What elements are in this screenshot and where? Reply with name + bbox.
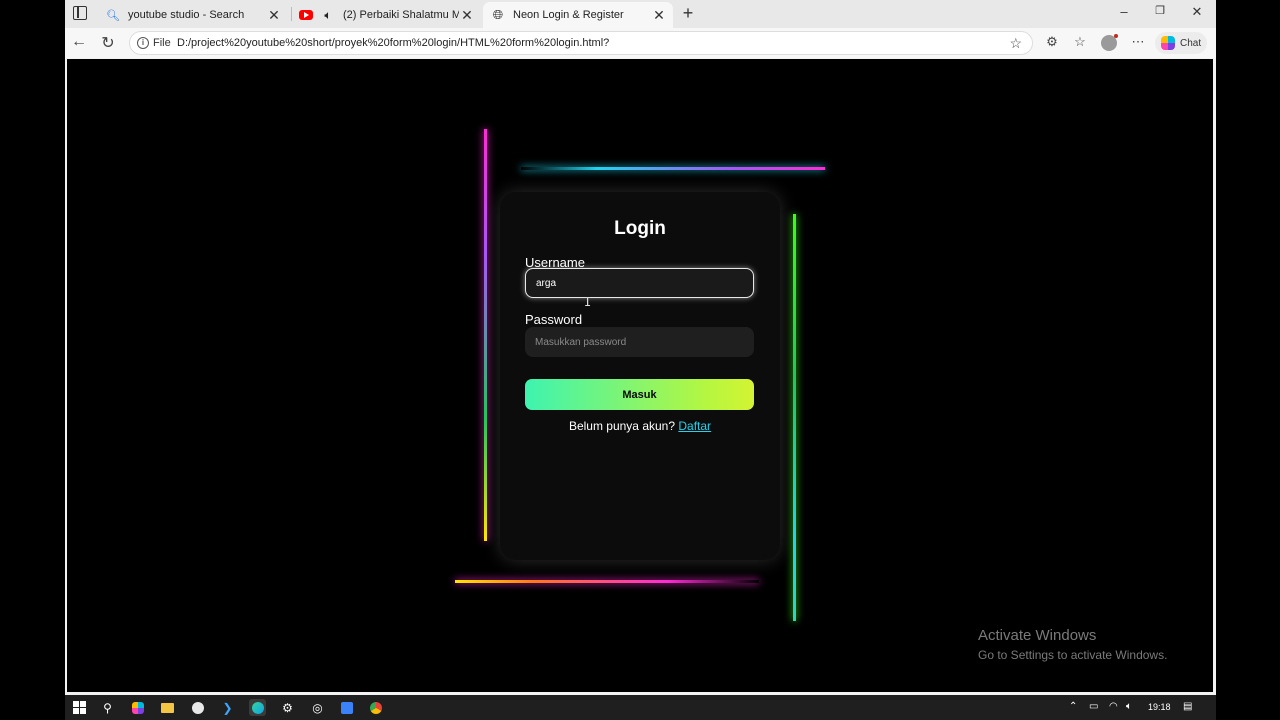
taskbar: ⚲ ❯ ⚙︎ ◎ ⌃ ▭ ◠ 🔈︎ 19:18 ▤ [65, 695, 1216, 720]
text-cursor-icon: I [584, 295, 592, 309]
wifi-icon[interactable]: ◠ [1109, 701, 1118, 712]
github-desktop-icon[interactable]: ◎ [309, 699, 326, 716]
taskbar-clock[interactable]: 19:18 [1148, 702, 1171, 712]
favorites-icon[interactable]: ☆ [1071, 34, 1089, 50]
file-explorer-icon[interactable] [159, 699, 176, 716]
speaker-icon[interactable]: 🔈︎ [321, 8, 335, 22]
username-input[interactable] [525, 268, 754, 298]
register-link[interactable]: Daftar [678, 419, 711, 433]
copilot-icon [1161, 36, 1175, 50]
register-prompt-text: Belum punya akun? [568, 419, 676, 433]
address-scheme-label: File [153, 37, 171, 49]
tab-youtube-video[interactable]: 🔈︎ (2) Perbaiki Shalatmu Maka A ✕ [291, 2, 481, 28]
page-viewport: Login Username I Password Masuk Belum pu… [67, 59, 1213, 692]
close-icon[interactable]: ✕ [459, 7, 475, 24]
password-input[interactable] [525, 327, 754, 357]
neon-line-bottom [455, 580, 759, 583]
address-bar[interactable]: i File D:/project%20youtube%20short/proy… [129, 31, 1033, 55]
copilot-chat-button[interactable]: Chat [1155, 32, 1208, 54]
activate-windows-title: Activate Windows [978, 627, 1097, 644]
tab-label: (2) Perbaiki Shalatmu Maka A [343, 9, 459, 21]
tray-overflow-icon[interactable]: ⌃ [1069, 701, 1077, 712]
back-button[interactable]: ← [69, 33, 89, 51]
chat-label: Chat [1180, 37, 1202, 49]
search-icon[interactable]: ⚲ [99, 699, 116, 716]
notification-badge [1114, 34, 1118, 38]
close-icon[interactable]: ✕ [651, 7, 667, 24]
close-icon[interactable]: ✕ [266, 7, 282, 24]
app-circle-icon[interactable] [189, 699, 206, 716]
favorite-star-icon[interactable]: ☆ [1009, 35, 1022, 52]
tab-label: Neon Login & Register [513, 9, 624, 21]
activate-windows-subtitle: Go to Settings to activate Windows. [978, 648, 1168, 662]
notifications-icon[interactable]: ▤ [1183, 701, 1192, 712]
login-submit-button[interactable]: Masuk [525, 379, 754, 410]
neon-line-top [521, 167, 825, 170]
chrome-icon[interactable] [367, 699, 384, 716]
tab-youtube-studio-search[interactable]: 🔍︎ youtube studio - Search ✕ [98, 2, 288, 28]
screen-border-left [0, 0, 65, 720]
youtube-icon [299, 8, 313, 22]
screen-border-right [1216, 0, 1280, 720]
windows-start-icon[interactable] [73, 701, 86, 714]
login-title: Login [614, 218, 666, 239]
password-label: Password [525, 312, 583, 327]
tab-actions-icon[interactable] [73, 6, 87, 20]
app-square-icon[interactable] [338, 699, 355, 716]
neon-line-right [793, 214, 796, 621]
device-icon[interactable]: ▭ [1089, 701, 1098, 712]
edge-icon[interactable] [249, 699, 266, 716]
tab-label: youtube studio - Search [128, 9, 245, 21]
copilot-app-icon[interactable] [129, 699, 146, 716]
restore-button[interactable]: ❐ [1150, 4, 1170, 17]
extensions-icon[interactable]: ⚙︎ [1043, 34, 1061, 50]
tab-neon-login[interactable]: 🌐︎ Neon Login & Register ✕ [483, 2, 673, 28]
close-window-button[interactable]: ✕ [1187, 4, 1207, 20]
refresh-button[interactable]: ↻ [98, 33, 118, 53]
more-options-icon[interactable]: ⋯ [1129, 34, 1147, 50]
info-icon[interactable]: i [137, 37, 149, 49]
globe-icon: 🌐︎ [492, 7, 504, 22]
login-card: Login Username I Password Masuk Belum pu… [500, 192, 780, 560]
settings-icon[interactable]: ⚙︎ [279, 699, 296, 716]
vscode-icon[interactable]: ❯ [219, 699, 236, 716]
volume-icon[interactable]: 🔈︎ [1126, 701, 1132, 712]
browser-window: 🔍︎ youtube studio - Search ✕ 🔈︎ (2) Perb… [65, 0, 1216, 695]
browser-toolbar: ← ↻ i File D:/project%20youtube%20short/… [65, 28, 1216, 58]
minimize-button[interactable]: – [1114, 4, 1134, 19]
new-tab-button[interactable]: + [678, 3, 698, 24]
address-url[interactable]: D:/project%20youtube%20short/proyek%20fo… [177, 37, 609, 49]
tab-strip: 🔍︎ youtube studio - Search ✕ 🔈︎ (2) Perb… [65, 0, 1216, 28]
neon-line-left [484, 129, 487, 541]
register-prompt: Belum punya akun? Daftar [500, 419, 780, 433]
search-icon: 🔍︎ [106, 9, 120, 22]
